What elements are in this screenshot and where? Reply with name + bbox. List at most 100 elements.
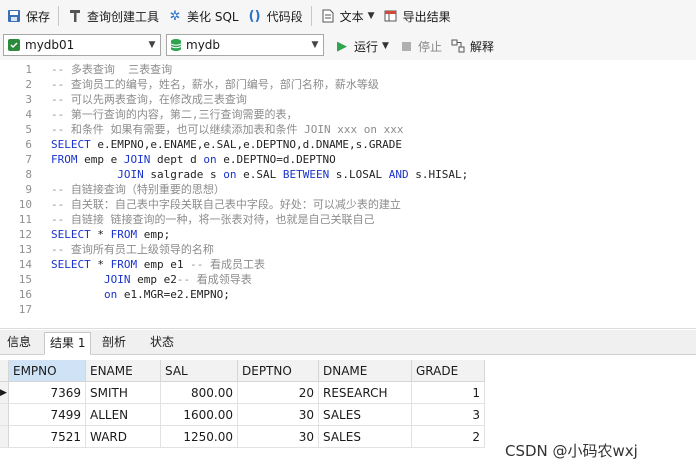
sql-keyword: SELECT [51,138,91,151]
beautify-sql-button[interactable]: ✲ 美化 SQL [163,3,243,29]
line-number: 15 [18,273,32,286]
code-line[interactable]: 13 -- 查询所有员工上级领导的名称 [0,242,696,257]
column-header[interactable]: GRADE [412,360,485,382]
connection-icon [7,38,21,52]
table-cell[interactable]: 3 [412,404,485,426]
tab-result-1[interactable]: 结果 1 [44,332,92,355]
code-line[interactable]: 15 JOIN emp e2-- 看成领导表 [0,272,696,287]
code-line[interactable]: 6 SELECT e.EMPNO,e.ENAME,e.SAL,e.DEPTNO,d… [0,137,696,152]
row-header[interactable] [0,404,9,426]
row-header[interactable]: ▶ [0,382,9,404]
code-line[interactable]: 2 -- 查询员工的编号，姓名，薪水，部门编号，部门名称，薪水等级 [0,77,696,92]
tab-info[interactable]: 信息 [2,332,36,353]
table-cell[interactable]: ALLEN [86,404,161,426]
code-text: -- 自链接查询（特别重要的思想） [51,182,225,197]
table-cell[interactable]: 1600.00 [161,404,238,426]
code-text: -- 自链接 链接查询的一种，将一张表对待，也就是自己关联自己 [51,212,375,227]
code-text: SELECT * FROM emp e1 -- 看成员工表 [51,257,265,272]
table-cell[interactable]: RESEARCH [319,382,412,404]
query-builder-icon [67,8,83,24]
table-cell[interactable]: 1250.00 [161,426,238,448]
line-number: 2 [25,78,32,91]
splitter[interactable] [0,328,696,329]
sql-keyword: FROM [51,153,78,166]
table-cell[interactable]: 7499 [9,404,86,426]
sql-editor[interactable]: 1 -- 多表查询 三表查询 2 -- 查询员工的编号，姓名，薪水，部门编号，部门名称… [0,60,696,328]
table-cell[interactable]: WARD [86,426,161,448]
text-button[interactable]: 文本 ▼ [316,3,379,29]
text-label: 文本 [339,9,364,24]
row-header[interactable] [0,426,9,448]
code-line[interactable]: 3 -- 可以先两表查询，在修改成三表查询 [0,92,696,107]
code-snippet-button[interactable]: () 代码段 [243,3,307,29]
table-cell[interactable]: 1 [412,382,485,404]
line-number: 14 [18,258,32,271]
code-line[interactable]: 1 -- 多表查询 三表查询 [0,62,696,77]
column-header[interactable]: EMPNO [9,360,86,382]
code-line[interactable]: 17 [0,302,696,317]
line-number: 16 [18,288,32,301]
sql-comment: -- 自关联：自己表中字段关联自己表中字段。好处：可以减少表的建立 [51,198,401,211]
table-cell[interactable]: 30 [238,426,319,448]
sql-comment: -- 可以先两表查询，在修改成三表查询 [51,93,247,106]
line-number: 12 [18,228,32,241]
sql-keyword: BETWEEN [282,168,330,181]
sql-keyword: SELECT [51,228,91,241]
tab-status[interactable]: 状态 [145,332,179,353]
query-builder-button[interactable]: 查询创建工具 [63,3,163,29]
sql-keyword: AND [388,168,409,181]
sql-keyword: JOIN [123,153,151,166]
code-line[interactable]: 14 SELECT * FROM emp e1 -- 看成员工表 [0,257,696,272]
sql-keyword: on [223,168,237,181]
line-number: 8 [25,168,32,181]
table-cell[interactable]: SALES [319,426,412,448]
sql-keyword: JOIN [117,168,144,181]
code-line[interactable]: 16 on e1.MGR=e2.EMPNO; [0,287,696,302]
save-button[interactable]: 保存 [2,3,54,29]
line-number: 7 [25,153,32,166]
database-select[interactable]: mydb ▼ [166,34,324,56]
code-line[interactable]: 10 -- 自关联：自己表中字段关联自己表中字段。好处：可以减少表的建立 [0,197,696,212]
code-line[interactable]: 5 -- 和条件 如果有需要，也可以继续添加表和条件 JOIN xxx on xx… [0,122,696,137]
table-cell[interactable]: 7369 [9,382,86,404]
explain-button[interactable]: 解释 [446,33,498,59]
table-cell[interactable]: 20 [238,382,319,404]
sql-text: e1.MGR=e2.EMPNO; [117,288,230,301]
code-line[interactable]: 4 -- 第一行查询的内容，第二,三行查询需要的表， [0,107,696,122]
code-text: JOIN emp e2-- 看成领导表 [51,272,252,287]
chevron-down-icon: ▼ [382,41,389,51]
code-text: -- 查询所有员工上级领导的名称 [51,242,214,257]
export-results-button[interactable]: 导出结果 [379,3,455,29]
connection-select[interactable]: mydb01 ▼ [3,34,161,56]
table-cell[interactable]: 2 [412,426,485,448]
line-number: 11 [18,213,32,226]
sql-comment: -- 看成领导表 [176,273,252,286]
table-cell[interactable]: SMITH [86,382,161,404]
export-results-label: 导出结果 [402,9,451,24]
code-line[interactable]: 11 -- 自链接 链接查询的一种，将一张表对待，也就是自己关联自己 [0,212,696,227]
run-button[interactable]: ▶ 运行 ▼ [330,33,393,59]
export-icon [383,8,399,24]
line-number: 3 [25,93,32,106]
code-line[interactable]: 8 JOIN salgrade s on e.SAL BETWEEN s.LOS… [0,167,696,182]
explain-label: 解释 [470,39,495,54]
table-cell[interactable]: SALES [319,404,412,426]
sql-text: s.HISAL; [408,168,469,181]
table-cell[interactable]: 30 [238,404,319,426]
code-line[interactable]: 7 FROM emp e JOIN dept d on e.DEPTNO=d.DE… [0,152,696,167]
sql-keyword: on [103,288,118,301]
watermark: CSDN @小码农wxj [505,442,638,460]
column-header[interactable]: DNAME [319,360,412,382]
tab-profile[interactable]: 剖析 [97,332,131,353]
column-header[interactable]: SAL [161,360,238,382]
code-line[interactable]: 9 -- 自链接查询（特别重要的思想） [0,182,696,197]
stop-button[interactable]: 停止 [394,33,446,59]
table-cell[interactable]: 800.00 [161,382,238,404]
table-cell[interactable]: 7521 [9,426,86,448]
code-line[interactable]: 12 SELECT * FROM emp; [0,227,696,242]
sql-text: * [90,258,111,271]
sql-text: * [90,228,111,241]
column-header[interactable]: ENAME [86,360,161,382]
column-header[interactable]: DEPTNO [238,360,319,382]
toolbar-divider [58,6,60,26]
